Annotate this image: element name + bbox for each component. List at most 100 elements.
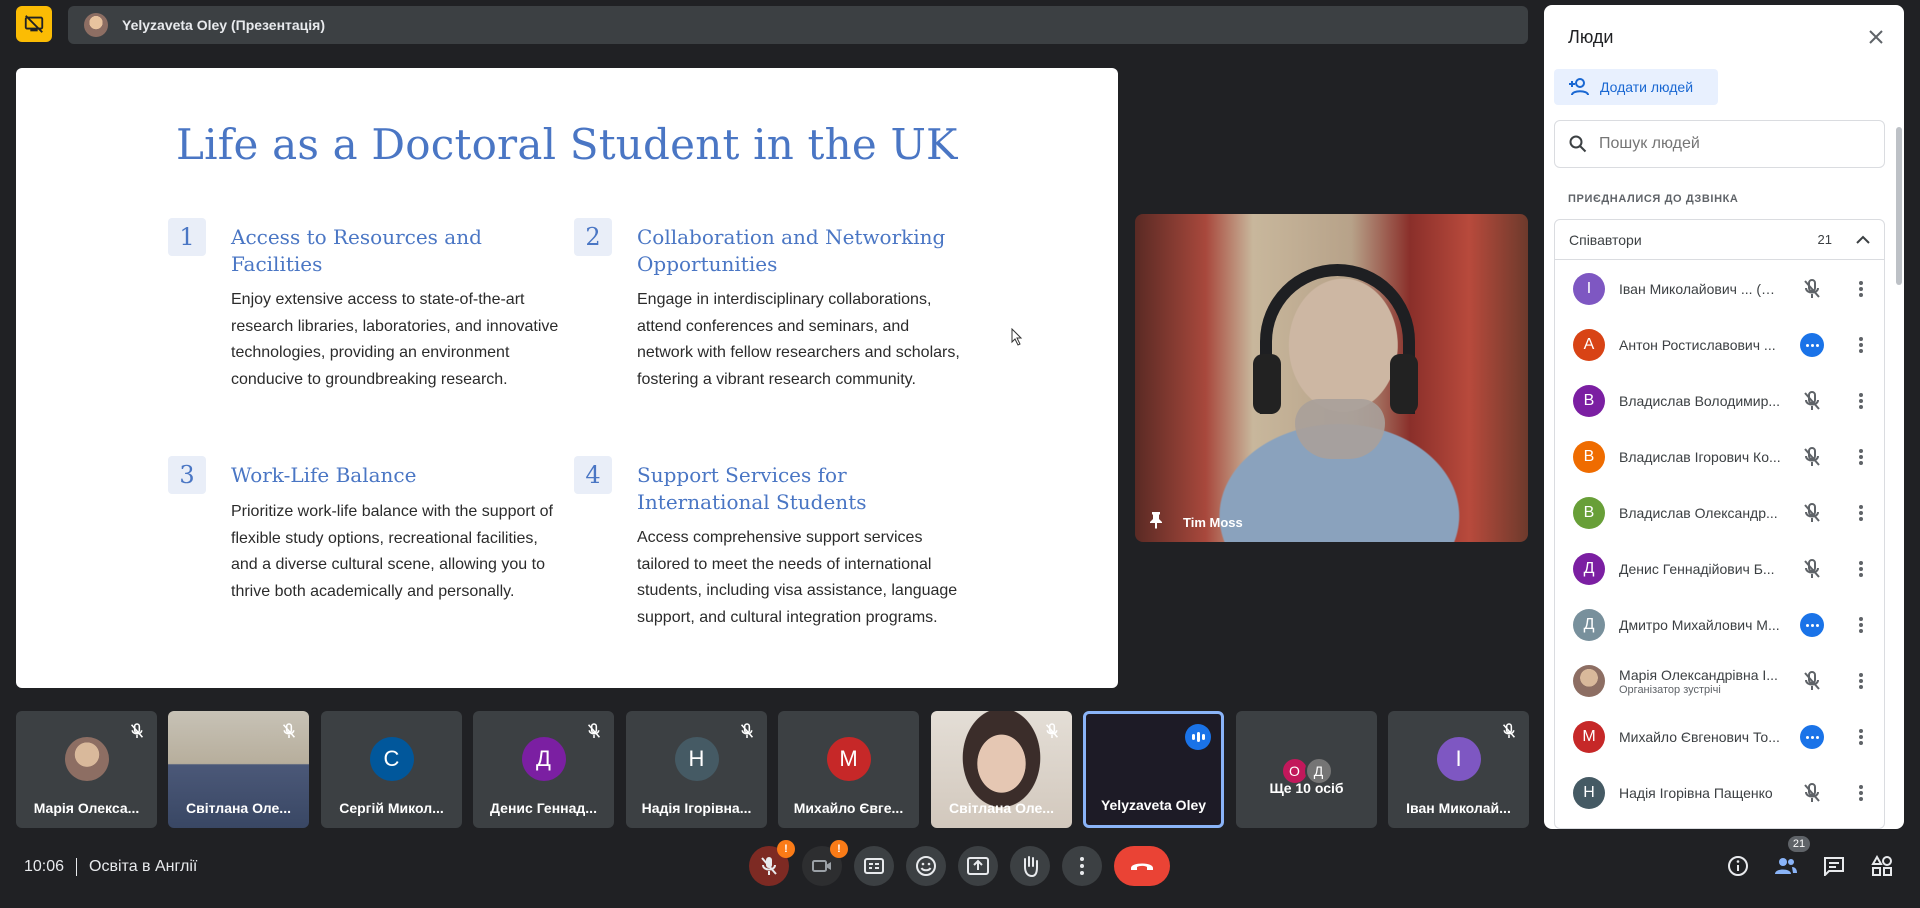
card-heading: Collaboration and Networking Opportunitie… bbox=[637, 225, 946, 276]
chevron-up-icon[interactable] bbox=[1856, 235, 1870, 245]
people-count-badge: 21 bbox=[1788, 836, 1810, 852]
more-vert-icon[interactable] bbox=[1851, 669, 1871, 693]
presentation-title: Yelyzaveta Oley (Презентація) bbox=[122, 17, 326, 33]
mic-off-icon bbox=[279, 721, 299, 741]
more-vert-icon[interactable] bbox=[1851, 725, 1871, 749]
participant-row[interactable]: В Владислав Володимир... bbox=[1555, 373, 1884, 429]
avatar: М bbox=[826, 737, 871, 781]
more-vert-icon[interactable] bbox=[1851, 613, 1871, 637]
activities-button[interactable] bbox=[1864, 848, 1900, 884]
card-heading: Support Services for International Studen… bbox=[637, 463, 867, 514]
search-box[interactable] bbox=[1554, 120, 1885, 168]
participant-role: Організатор зустрічі bbox=[1619, 683, 1721, 696]
participant-row[interactable]: В Владислав Олександр... bbox=[1555, 485, 1884, 541]
stop-presenting-button[interactable] bbox=[16, 6, 52, 42]
pin-icon[interactable] bbox=[1149, 511, 1163, 532]
participant-row[interactable]: Д Дмитро Михайлович М... bbox=[1555, 597, 1884, 653]
avatar: Д bbox=[521, 737, 566, 781]
more-vert-icon[interactable] bbox=[1851, 389, 1871, 413]
mic-off-icon[interactable] bbox=[1800, 669, 1824, 693]
avatar bbox=[64, 737, 109, 781]
more-vert-icon[interactable] bbox=[1851, 501, 1871, 525]
participant-row[interactable]: А Антон Ростиславович ... bbox=[1555, 317, 1884, 373]
divider bbox=[76, 858, 78, 876]
presentation-slide: Life as a Doctoral Student in the UK 1 A… bbox=[16, 68, 1118, 688]
activities-icon bbox=[1871, 855, 1892, 876]
participant-row[interactable]: В Владислав Ігорович Ко... bbox=[1555, 429, 1884, 485]
mic-off-icon[interactable] bbox=[1800, 501, 1824, 525]
participant-name: Світлана Оле... bbox=[186, 800, 291, 816]
meeting-name: Освіта в Англії bbox=[89, 858, 198, 875]
participant-name: Світлана Оле... bbox=[949, 800, 1054, 816]
mic-off-icon[interactable] bbox=[1800, 445, 1824, 469]
participant-tile[interactable]: Марія Олекса... bbox=[16, 711, 157, 828]
more-vert-icon[interactable] bbox=[1851, 277, 1871, 301]
close-icon[interactable] bbox=[1862, 23, 1890, 51]
participant-tile[interactable]: Світлана Оле... bbox=[931, 711, 1072, 828]
section-label: ПРИЄДНАЛИСЯ ДО ДЗВІНКА bbox=[1568, 193, 1739, 205]
participant-name: Іван Миколайович ... (Ви) bbox=[1619, 281, 1781, 297]
participant-tile[interactable]: С Сергій Микол... bbox=[321, 711, 462, 828]
people-button[interactable] bbox=[1768, 848, 1804, 884]
participant-name: Надія Ігорівна Пащенко bbox=[1619, 785, 1773, 801]
participant-name: Yelyzaveta Oley bbox=[1100, 797, 1207, 813]
mic-off-icon[interactable] bbox=[1800, 277, 1824, 301]
participant-name: Денис Геннад... bbox=[490, 800, 597, 816]
participant-row[interactable]: Д Денис Геннадійович Б... bbox=[1555, 541, 1884, 597]
mic-off-icon[interactable] bbox=[1800, 389, 1824, 413]
contributors-group-header[interactable]: Співавтори 21 bbox=[1555, 220, 1884, 260]
participant-tile[interactable]: М Михайло Євге... bbox=[778, 711, 919, 828]
participant-name: Марія Олександрівна І... Організатор зуст… bbox=[1619, 667, 1781, 696]
add-people-button[interactable]: Додати людей bbox=[1554, 69, 1718, 105]
participant-name: Владислав Володимир... bbox=[1619, 393, 1781, 409]
participant-name: Дмитро Михайлович М... bbox=[1619, 617, 1780, 633]
participant-row[interactable]: І Іван Миколайович ... (Ви) bbox=[1555, 261, 1884, 317]
meeting-details-button[interactable] bbox=[1720, 848, 1756, 884]
more-vert-icon bbox=[1080, 857, 1084, 875]
more-vert-icon[interactable] bbox=[1851, 445, 1871, 469]
participant-row[interactable]: Марія Олександрівна І... Організатор зуст… bbox=[1555, 653, 1884, 709]
participant-tile[interactable]: І Іван Миколай... bbox=[1388, 711, 1529, 828]
people-panel: Люди Додати людей ПРИЄДНАЛИСЯ ДО ДЗВІНКА… bbox=[1544, 5, 1904, 829]
talking-indicator bbox=[1800, 333, 1824, 357]
chat-icon bbox=[1824, 857, 1844, 876]
participant-name: Михайло Євгенович То... bbox=[1619, 729, 1780, 745]
emoji-icon bbox=[916, 856, 936, 876]
participant-tile[interactable]: Н Надія Ігорівна... bbox=[626, 711, 767, 828]
microphone-button[interactable]: ! bbox=[749, 840, 795, 886]
more-options-button[interactable] bbox=[1062, 846, 1102, 886]
mic-off-icon[interactable] bbox=[1800, 557, 1824, 581]
mic-warning-badge: ! bbox=[777, 840, 795, 858]
camera-warning-badge: ! bbox=[830, 840, 848, 858]
more-vert-icon[interactable] bbox=[1851, 781, 1871, 805]
pinned-participant-tile[interactable]: Tim Moss bbox=[1135, 214, 1528, 542]
leave-call-button[interactable] bbox=[1114, 846, 1170, 886]
group-label: Співавтори bbox=[1569, 231, 1642, 248]
add-people-label: Додати людей bbox=[1600, 79, 1694, 95]
more-vert-icon[interactable] bbox=[1851, 557, 1871, 581]
more-vert-icon[interactable] bbox=[1851, 333, 1871, 357]
video-detail bbox=[1390, 354, 1418, 414]
avatar: Д bbox=[1573, 553, 1605, 585]
panel-scrollbar[interactable] bbox=[1896, 127, 1902, 285]
avatar: А bbox=[1573, 329, 1605, 361]
reactions-button[interactable] bbox=[906, 846, 946, 886]
raise-hand-button[interactable] bbox=[1010, 846, 1050, 886]
phone-hangup-icon bbox=[1131, 863, 1153, 870]
participant-tile[interactable]: Світлана Оле... bbox=[168, 711, 309, 828]
panel-title: Люди bbox=[1568, 27, 1614, 47]
participant-row[interactable]: М Михайло Євгенович То... bbox=[1555, 709, 1884, 765]
participant-name: Іван Миколай... bbox=[1406, 800, 1511, 816]
chat-button[interactable] bbox=[1816, 848, 1852, 884]
present-now-button[interactable] bbox=[958, 846, 998, 886]
avatar: Н bbox=[1573, 777, 1605, 809]
participant-tile[interactable]: Yelyzaveta Oley bbox=[1083, 711, 1224, 828]
camera-button[interactable]: ! bbox=[802, 840, 848, 886]
participant-tile[interactable]: Д Денис Геннад... bbox=[473, 711, 614, 828]
participant-tile[interactable]: О Д Ще 10 осіб bbox=[1236, 711, 1377, 828]
participant-row[interactable]: Н Надія Ігорівна Пащенко bbox=[1555, 765, 1884, 821]
mic-off-icon[interactable] bbox=[1800, 781, 1824, 805]
avatar: С bbox=[369, 737, 414, 781]
search-input[interactable] bbox=[1599, 135, 1859, 153]
captions-button[interactable] bbox=[854, 846, 894, 886]
